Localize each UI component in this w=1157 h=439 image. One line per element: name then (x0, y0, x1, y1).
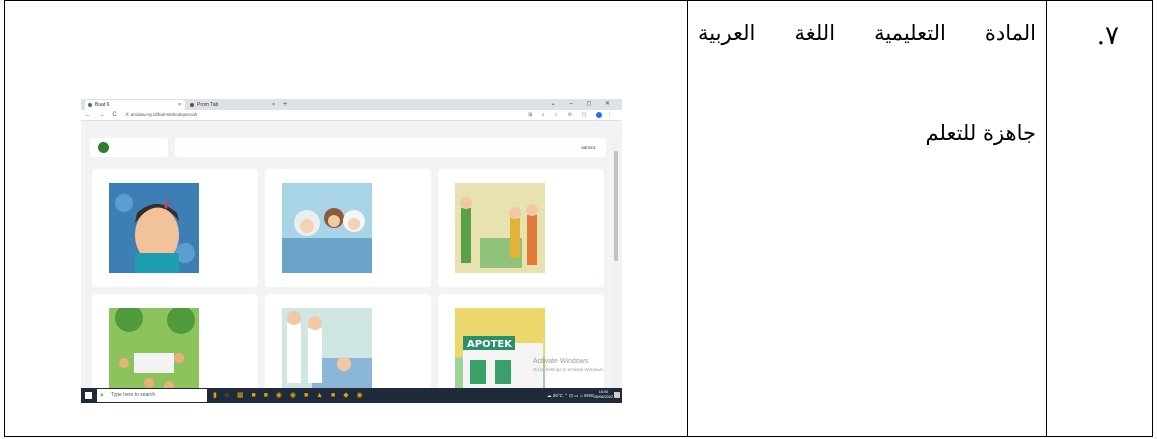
activate-windows-watermark: Activate Windows Go to Settings to activ… (533, 358, 604, 374)
taskbar-search[interactable]: ⌕ Type here to search (97, 389, 207, 402)
close-tab-icon[interactable]: × (272, 100, 275, 110)
row-number: ٧. (1096, 21, 1119, 51)
browser-tab[interactable]: Prom Tab × (187, 100, 279, 110)
site-logo-box (90, 138, 168, 157)
description-line-2: جاهزة للتعلم (925, 121, 1036, 145)
lesson-image: APOTEK (455, 308, 545, 398)
window-controls[interactable]: ⌄ – ◻ ✕ (551, 99, 616, 110)
lesson-image (282, 308, 372, 398)
lesson-card[interactable] (92, 169, 258, 287)
description-cell: المادة التعليمية اللغة العربية جاهزة للت… (688, 1, 1046, 436)
scrollbar-thumb[interactable] (614, 151, 618, 261)
url-field[interactable]: Ⓐ amdaw.my.id/bali-6/ebookpencah (125, 110, 197, 120)
search-icon: ⌕ (100, 392, 104, 399)
navigation-buttons[interactable]: ← → C (85, 110, 120, 120)
user-name[interactable]: admin1 (581, 138, 596, 157)
notification-icon[interactable] (614, 392, 620, 398)
document-table: ٧. المادة التعليمية اللغة العربية جاهزة … (4, 0, 1153, 437)
lesson-card[interactable]: APOTEK (438, 294, 604, 403)
embedded-screenshot: Buat 6 × Prom Tab × + ⌄ – ◻ ✕ ← → C Ⓐ am… (81, 99, 622, 403)
lesson-card[interactable] (265, 294, 431, 403)
search-placeholder: Type here to search (111, 392, 156, 398)
description-line-1: المادة التعليمية اللغة العربية (698, 21, 1036, 45)
new-tab-button[interactable]: + (283, 99, 287, 110)
close-tab-icon[interactable]: × (178, 100, 181, 110)
tab-title: Prom Tab (197, 102, 219, 108)
system-tray[interactable]: ☁ 26°C ⌃ ⊡ ▭ ♫ ENG (547, 388, 594, 403)
taskbar-clock[interactable]: 15:00 26/06/2022 (594, 390, 613, 400)
lesson-image (109, 308, 199, 398)
taskbar-app-icons[interactable]: ▮ ○ ▦ ■ ■ ◉ ◉ ■ ▲ ■ ◆ ◉ (213, 391, 366, 400)
profile-icon[interactable] (595, 111, 602, 118)
browser-tab[interactable]: Buat 6 × (85, 100, 185, 110)
clock-date: 26/06/2022 (593, 395, 613, 399)
lesson-card[interactable] (92, 294, 258, 403)
watermark-title: Activate Windows (533, 358, 589, 365)
lesson-card[interactable] (265, 169, 431, 287)
site-logo-icon[interactable] (98, 142, 109, 153)
tab-title: Buat 6 (95, 102, 110, 108)
site-favicon-icon (88, 103, 92, 107)
lesson-card[interactable] (438, 169, 604, 287)
site-favicon-icon (190, 103, 194, 107)
lesson-image (109, 183, 199, 273)
site-header: admin1 (175, 138, 606, 157)
watermark-subtitle: Go to Settings to activate Windows. (533, 367, 605, 372)
number-cell: ٧. (1047, 1, 1153, 436)
lesson-image (455, 183, 545, 273)
svg-text:APOTEK: APOTEK (467, 339, 513, 350)
extension-icons[interactable]: ⊞ ⌕ ☆ ⟳ ▢ ⋮ (528, 110, 616, 120)
browser-tab-bar: Buat 6 × Prom Tab × + ⌄ – ◻ ✕ (81, 99, 622, 110)
windows-start-icon[interactable] (85, 392, 92, 399)
windows-taskbar: ⌕ Type here to search ▮ ○ ▦ ■ ■ ◉ ◉ ■ ▲ … (81, 388, 622, 403)
address-bar: ← → C Ⓐ amdaw.my.id/bali-6/ebookpencah ⊞… (81, 110, 622, 121)
lesson-image (282, 183, 372, 273)
